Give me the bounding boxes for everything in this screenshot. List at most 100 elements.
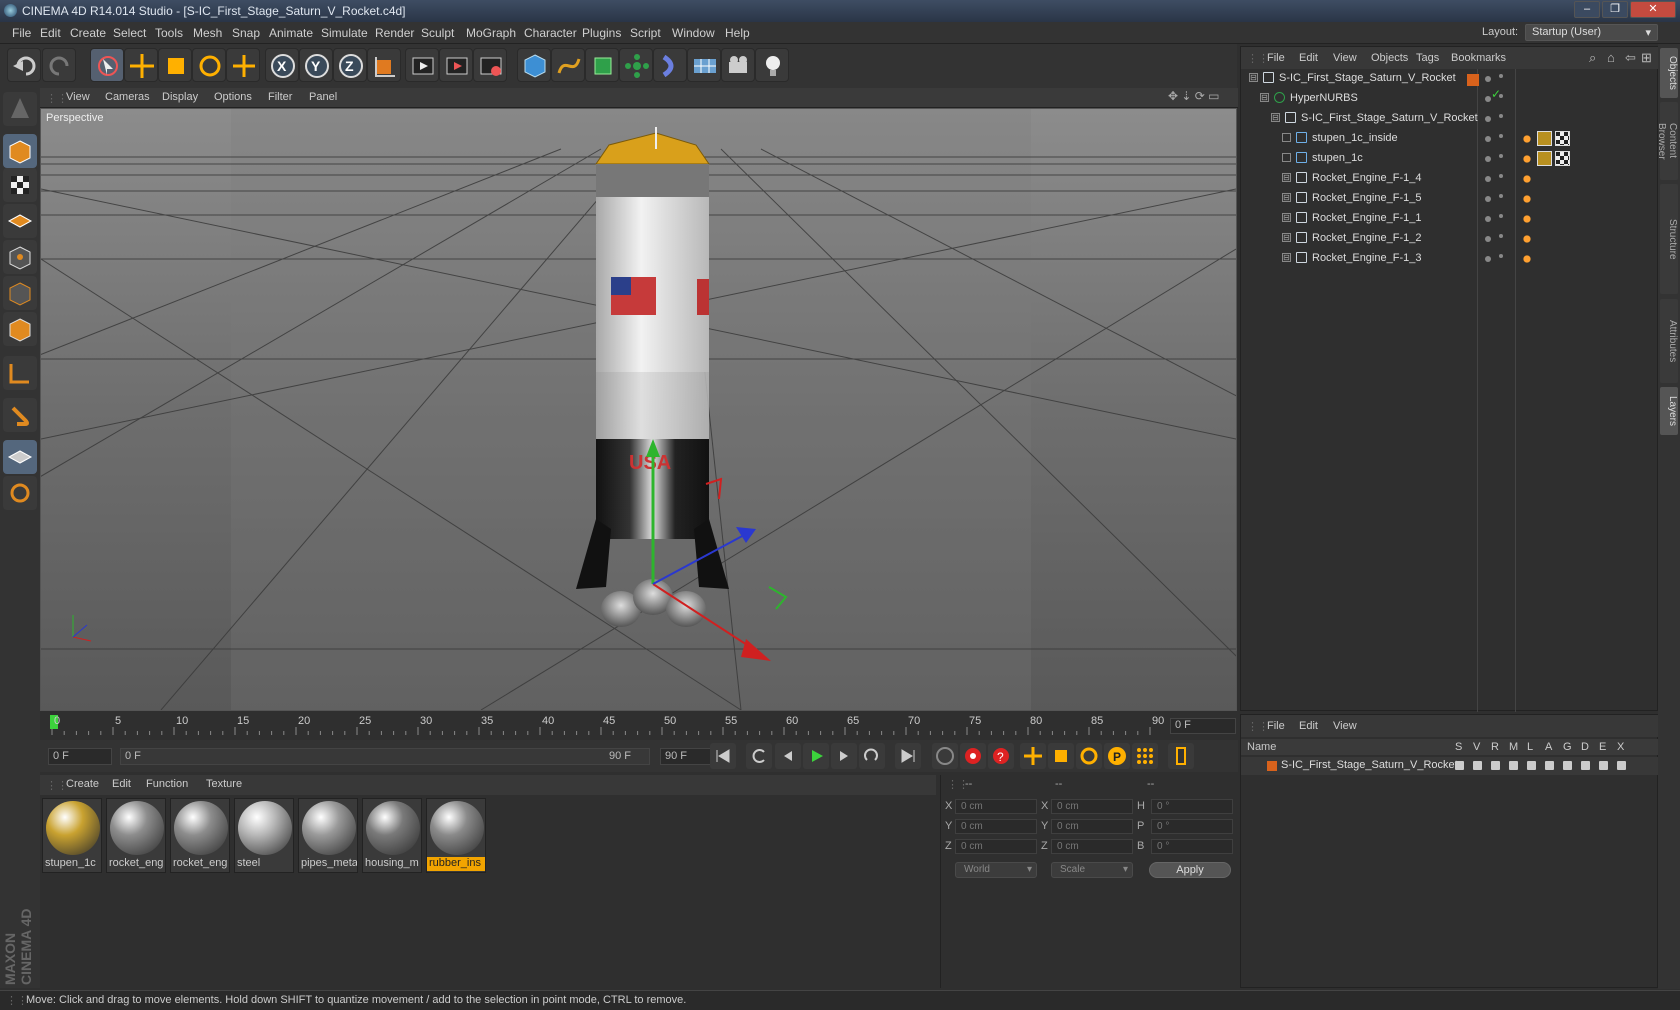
environment-button[interactable] [687,48,721,82]
record-loop-button[interactable] [746,743,772,769]
layer-column-d[interactable]: D [1581,741,1589,753]
position-field[interactable]: 0 cm [955,819,1037,834]
object-menu-edit[interactable]: Edit [1299,52,1318,64]
size-mode-select[interactable]: Scale ▾ [1051,862,1133,878]
array-button[interactable] [619,48,653,82]
layer-color-swatch[interactable] [1267,761,1277,771]
layer-column-m[interactable]: M [1509,741,1518,753]
menu-script[interactable]: Script [630,26,661,40]
layer-menu-view[interactable]: View [1333,720,1357,732]
side-tab-layers[interactable]: Layers [1660,387,1678,435]
size-field[interactable]: 0 cm [1051,819,1133,834]
object-menu-bookmarks[interactable]: Bookmarks [1451,52,1506,64]
material-menu-create[interactable]: Create [66,778,99,790]
layer-toggle-icon[interactable] [1545,761,1554,770]
expand-toggle-icon[interactable]: ⊟ [1271,113,1280,122]
edges-mode-button[interactable] [3,276,37,310]
layer-toggle-icon[interactable] [1617,761,1626,770]
search-icon[interactable]: ⌕ [1589,50,1596,66]
texture-tag-icon[interactable] [1555,151,1570,166]
material-swatch[interactable]: rubber_ins [426,798,486,873]
viewport-menu-display[interactable]: Display [162,91,198,103]
expand-toggle-icon[interactable]: ⊟ [1282,253,1291,262]
model-mode-button[interactable] [3,134,37,168]
object-row[interactable]: ⊟ Rocket_Engine_F-1_3 [1241,249,1659,269]
layer-toggle-icon[interactable] [1491,761,1500,770]
expand-toggle-icon[interactable]: ⊟ [1249,73,1258,82]
menu-render[interactable]: Render [375,26,414,40]
y-axis-button[interactable]: Y [299,48,333,82]
editor-visibility-dot[interactable] [1485,236,1491,242]
undo-button[interactable] [7,48,41,82]
enabled-check-icon[interactable]: ✓ [1491,87,1501,101]
layer-column-s[interactable]: S [1455,741,1462,753]
add-button[interactable] [226,48,260,82]
axis-mode-button[interactable] [3,356,37,390]
layout-select[interactable]: Startup (User) ▾ [1525,24,1658,41]
redo-button[interactable] [42,48,76,82]
side-tab-attributes[interactable]: Attributes [1660,299,1678,383]
menu-create[interactable]: Create [70,26,106,40]
viewport-menu-panel[interactable]: Panel [309,91,337,103]
menu-edit[interactable]: Edit [40,26,61,40]
menu-select[interactable]: Select [113,26,146,40]
play-button[interactable] [803,743,829,769]
viewport-menu-view[interactable]: View [66,91,90,103]
expand-toggle-icon[interactable]: ⊟ [1282,173,1291,182]
expand-toggle-icon[interactable] [1282,133,1291,142]
material-menu-edit[interactable]: Edit [112,778,131,790]
loop-button[interactable] [859,743,885,769]
editor-visibility-dot[interactable] [1485,196,1491,202]
material-swatch[interactable]: rocket_eng [170,798,230,873]
layer-menu-edit[interactable]: Edit [1299,720,1318,732]
object-menu-view[interactable]: View [1333,52,1357,64]
render-visibility-dot[interactable] [1499,194,1503,198]
autokey-button[interactable]: ? [988,743,1014,769]
menu-snap[interactable]: Snap [232,26,260,40]
navigate-icon[interactable]: ⇦ [1625,50,1636,66]
go-to-start-button[interactable] [710,743,736,769]
motion-path-button[interactable] [932,743,958,769]
render-visibility-dot[interactable] [1499,214,1503,218]
material-preview[interactable] [110,801,164,855]
cube-button[interactable] [517,48,551,82]
start-frame-field[interactable]: 0 F [48,748,112,765]
layer-menu-file[interactable]: File [1267,720,1285,732]
object-row[interactable]: ⊟ Rocket_Engine_F-1_1 [1241,209,1659,229]
tag-icon[interactable] [1521,253,1533,265]
menu-help[interactable]: Help [725,26,750,40]
object-menu-objects[interactable]: Objects [1371,52,1408,64]
editor-visibility-dot[interactable] [1485,136,1491,142]
step-back-button[interactable] [775,743,801,769]
editor-visibility-dot[interactable] [1485,256,1491,262]
deformer-button[interactable] [653,48,687,82]
rotate-button[interactable] [192,48,226,82]
object-row[interactable]: ⊟ Rocket_Engine_F-1_2 [1241,229,1659,249]
maximize-button[interactable]: ❐ [1602,1,1628,18]
expand-toggle-icon[interactable] [1282,153,1291,162]
tag-icon[interactable] [1521,213,1533,225]
render-visibility-dot[interactable] [1499,74,1503,78]
range-slider[interactable]: 0 F 90 F [120,748,650,765]
layer-toggle-icon[interactable] [1509,761,1518,770]
rotation-field[interactable]: 0 ° [1151,819,1233,834]
tag-icon[interactable] [1521,173,1533,185]
minimize-button[interactable]: – [1574,1,1600,18]
layer-toggle-icon[interactable] [1563,761,1572,770]
viewport-nav-icons[interactable]: ✥ ⇣ ⟳ ▭ [1168,89,1220,103]
side-tab-content-browser[interactable]: Content Browser [1656,102,1678,180]
menu-character[interactable]: Character [524,26,577,40]
object-menu-tags[interactable]: Tags [1416,52,1439,64]
key-rotation-button[interactable] [1076,743,1102,769]
make-editable-button[interactable] [3,92,37,126]
material-preview[interactable] [302,801,356,855]
menu-tools[interactable]: Tools [155,26,183,40]
side-tab-objects[interactable]: Objects [1660,48,1678,98]
menu-plugins[interactable]: Plugins [582,26,621,40]
live-selection-button[interactable] [90,48,124,82]
tag-icon[interactable] [1521,193,1533,205]
position-field[interactable]: 0 cm [955,839,1037,854]
object-row[interactable]: ⊟ Rocket_Engine_F-1_4 [1241,169,1659,189]
size-field[interactable]: 0 cm [1051,799,1133,814]
rotation-field[interactable]: 0 ° [1151,799,1233,814]
